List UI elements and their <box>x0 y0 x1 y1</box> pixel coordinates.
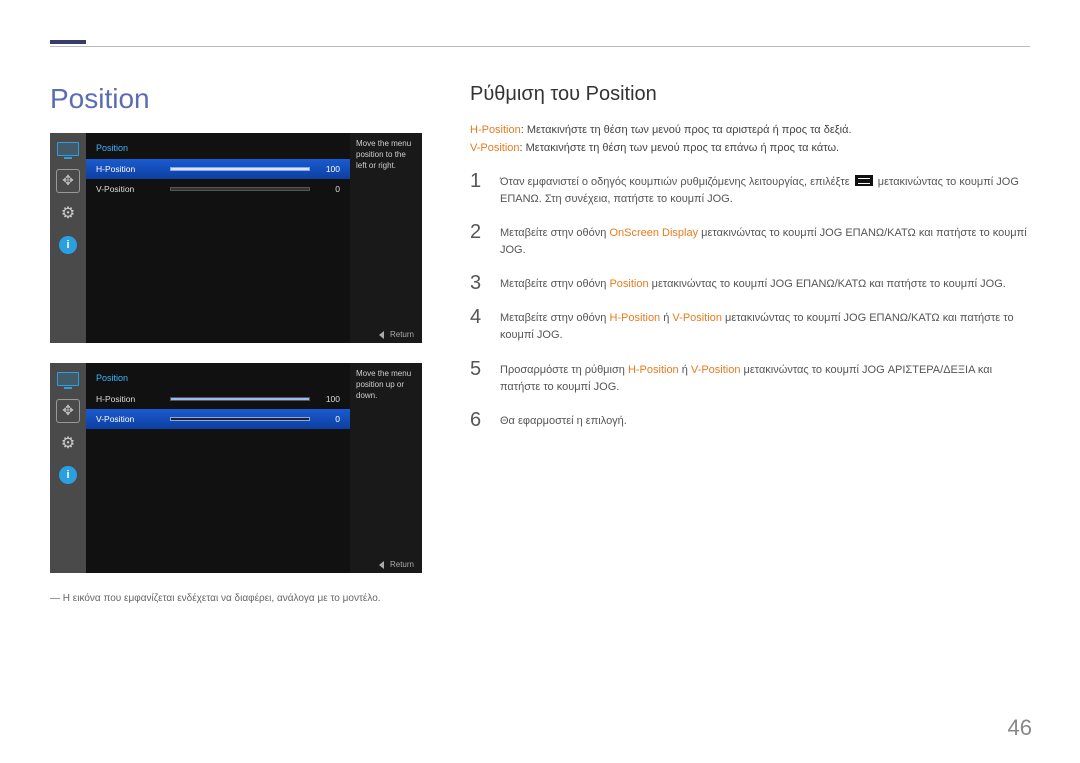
step-body: Θα εφαρμοστεί η επιλογή. <box>500 410 627 430</box>
def-h-label: H-Position <box>470 124 521 136</box>
osd-preview-vposition: i Position H-Position 100 V-Position 0 Move… <box>50 363 422 573</box>
osd-row-label: V-Position <box>96 414 170 424</box>
step-number: 6 <box>470 410 486 430</box>
osd-row: H-Position 100 <box>86 389 350 409</box>
step-body: Μεταβείτε στην οθόνη H-Position ή V-Posi… <box>500 307 1030 344</box>
step-body: Όταν εμφανιστεί ο οδηγός κουμπιών ρυθμιζ… <box>500 171 1030 208</box>
def-v-text: : Μετακινήστε τη θέση των μενού προς τα … <box>520 142 840 154</box>
highlight: H-Position <box>609 312 660 324</box>
osd-title: Position <box>86 139 350 159</box>
step-text: ή <box>660 312 672 324</box>
osd-row-value: 0 <box>316 414 340 424</box>
step: 1 Όταν εμφανιστεί ο οδηγός κουμπιών ρυθμι… <box>470 171 1030 208</box>
step-text: Όταν εμφανιστεί ο οδηγός κουμπιών ρυθμιζ… <box>500 176 853 188</box>
osd-row-bar <box>170 417 310 421</box>
step-text: ή <box>679 364 691 376</box>
osd-row-value: 100 <box>316 164 340 174</box>
step-number: 4 <box>470 307 486 344</box>
step-text: Θα εφαρμοστεί η επιλογή. <box>500 415 627 427</box>
osd-row-label: H-Position <box>96 164 170 174</box>
steps-list: 1 Όταν εμφανιστεί ο οδηγός κουμπιών ρυθμι… <box>470 171 1030 429</box>
osd-sidebar: i <box>50 133 86 343</box>
highlight: Position <box>609 278 648 290</box>
osd-row-bar <box>170 397 310 401</box>
osd-row-bar <box>170 167 310 171</box>
osd-return: Return <box>379 330 414 339</box>
return-label: Return <box>390 330 414 339</box>
monitor-icon <box>56 369 80 389</box>
arrows-icon <box>56 401 80 421</box>
subsection-title: Ρύθμιση του Position <box>470 83 1030 106</box>
page-number: 46 <box>1008 715 1032 741</box>
osd-row-label: H-Position <box>96 394 170 404</box>
gear-icon <box>56 203 80 223</box>
definitions: H-Position: Μετακινήστε τη θέση των μενο… <box>470 122 1030 157</box>
highlight: V-Position <box>691 364 741 376</box>
step-text: Μεταβείτε στην οθόνη <box>500 312 609 324</box>
osd-row-value: 100 <box>316 394 340 404</box>
step-number: 1 <box>470 171 486 208</box>
section-title: Position <box>50 83 430 115</box>
osd-row-label: V-Position <box>96 184 170 194</box>
highlight: H-Position <box>628 364 679 376</box>
image-footnote: ― Η εικόνα που εμφανίζεται ενδέχεται να … <box>50 593 430 604</box>
step-text: μετακινώντας το κουμπί JOG ΕΠΑΝΩ/ΚΑΤΩ κα… <box>649 278 1006 290</box>
triangle-left-icon <box>379 331 384 339</box>
triangle-left-icon <box>379 561 384 569</box>
osd-sidebar: i <box>50 363 86 573</box>
step-body: Μεταβείτε στην οθόνη Position μετακινώντ… <box>500 273 1006 293</box>
osd-return: Return <box>379 560 414 569</box>
step: 6 Θα εφαρμοστεί η επιλογή. <box>470 410 1030 430</box>
step: 2 Μεταβείτε στην οθόνη OnScreen Display μ… <box>470 222 1030 259</box>
info-icon: i <box>56 465 80 485</box>
osd-preview-hposition: i Position H-Position 100 V-Position 0 Move… <box>50 133 422 343</box>
arrows-icon <box>56 171 80 191</box>
step-text: Προσαρμόστε τη ρύθμιση <box>500 364 628 376</box>
gear-icon <box>56 433 80 453</box>
menu-icon <box>855 175 873 186</box>
step-number: 3 <box>470 273 486 293</box>
step-number: 2 <box>470 222 486 259</box>
step-body: Μεταβείτε στην οθόνη OnScreen Display με… <box>500 222 1030 259</box>
osd-row: H-Position 100 <box>86 159 350 179</box>
osd-help-text: Move the menu position up or down. <box>350 363 422 573</box>
step: 4 Μεταβείτε στην οθόνη H-Position ή V-Pos… <box>470 307 1030 344</box>
osd-row: V-Position 0 <box>86 179 350 199</box>
def-v-label: V-Position <box>470 142 520 154</box>
osd-title: Position <box>86 369 350 389</box>
step-body: Προσαρμόστε τη ρύθμιση H-Position ή V-Po… <box>500 359 1030 396</box>
monitor-icon <box>56 139 80 159</box>
info-icon: i <box>56 235 80 255</box>
return-label: Return <box>390 560 414 569</box>
step-text: Μεταβείτε στην οθόνη <box>500 278 609 290</box>
osd-row-value: 0 <box>316 184 340 194</box>
step-text: Μεταβείτε στην οθόνη <box>500 227 609 239</box>
step: 3 Μεταβείτε στην οθόνη Position μετακινών… <box>470 273 1030 293</box>
osd-row: V-Position 0 <box>86 409 350 429</box>
step: 5 Προσαρμόστε τη ρύθμιση H-Position ή V-P… <box>470 359 1030 396</box>
osd-help-text: Move the menu position to the left or ri… <box>350 133 422 343</box>
step-number: 5 <box>470 359 486 396</box>
def-h-text: : Μετακινήστε τη θέση των μενού προς τα … <box>521 124 852 136</box>
highlight: OnScreen Display <box>609 227 698 239</box>
highlight: V-Position <box>672 312 722 324</box>
osd-row-bar <box>170 187 310 191</box>
